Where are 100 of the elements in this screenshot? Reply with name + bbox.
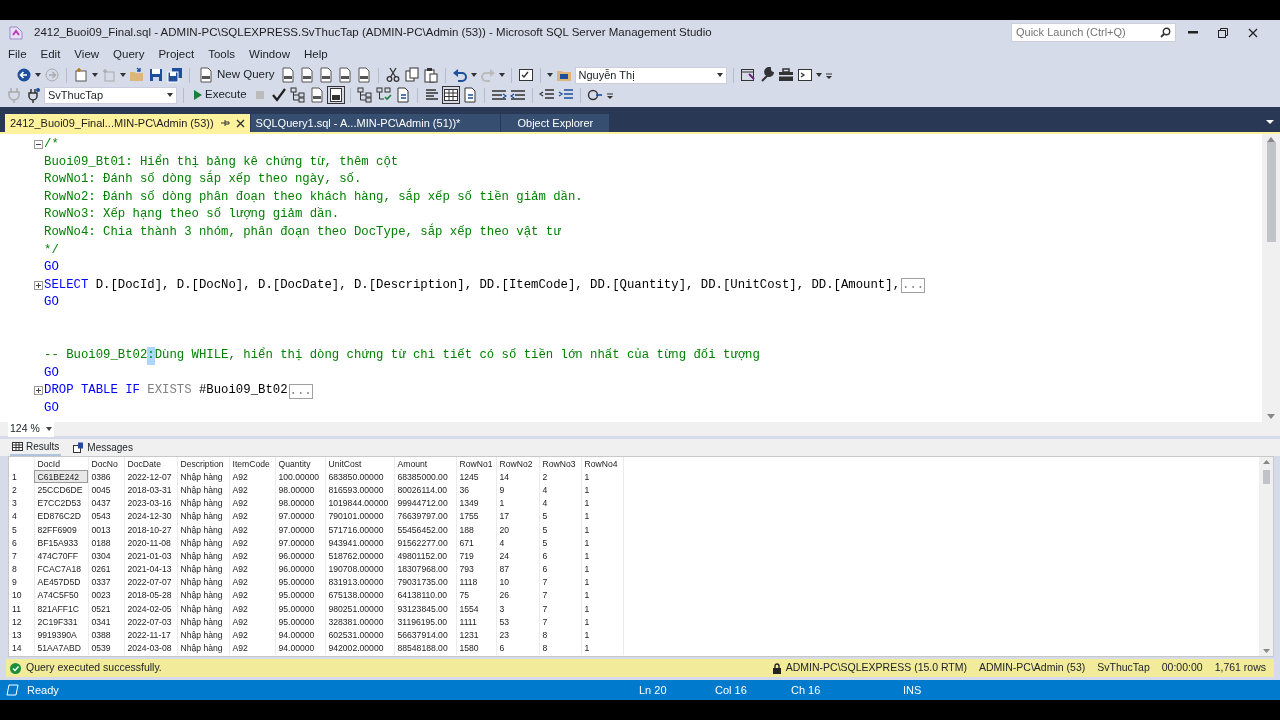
scrollbar[interactable] <box>1262 134 1280 422</box>
collapsed-code-marker[interactable]: ... <box>288 383 313 399</box>
console-icon[interactable] <box>796 67 813 83</box>
restore-icon[interactable] <box>1218 27 1228 38</box>
row-number[interactable]: 6 <box>9 536 34 550</box>
collapse-icon[interactable] <box>34 140 43 149</box>
document-tab[interactable]: Object Explorer <box>501 114 610 132</box>
back-icon[interactable] <box>16 67 32 83</box>
column-header[interactable]: DocId <box>34 457 88 471</box>
scroll-thumb[interactable] <box>1266 142 1276 242</box>
document-icon[interactable] <box>298 67 315 83</box>
row-number[interactable]: 10 <box>9 588 34 603</box>
scroll-down-icon[interactable] <box>1262 649 1270 653</box>
file-output-icon[interactable] <box>461 87 478 103</box>
row-number[interactable]: 13 <box>9 628 34 642</box>
panel-icon[interactable] <box>327 87 344 103</box>
minimize-icon[interactable] <box>1188 31 1198 34</box>
tree-icon[interactable] <box>289 87 306 103</box>
column-header[interactable]: DocDate <box>124 457 177 471</box>
column-header[interactable]: RowNo4 <box>581 457 623 471</box>
caret-icon[interactable] <box>35 73 41 77</box>
document-icon[interactable] <box>279 67 296 83</box>
comment-lines-icon[interactable] <box>490 87 507 103</box>
specify-values-icon[interactable] <box>586 87 603 103</box>
document-icon[interactable] <box>336 67 353 83</box>
row-number[interactable]: 5 <box>9 522 34 537</box>
file-output-icon[interactable] <box>394 87 411 103</box>
menu-item[interactable]: File <box>4 46 33 64</box>
pin-icon[interactable] <box>219 118 230 128</box>
document-tab[interactable]: 2412_Buoi09_Final...MIN-PC\Admin (53)) <box>5 114 250 132</box>
caret-icon[interactable] <box>45 427 52 431</box>
close-icon[interactable] <box>235 118 245 128</box>
checklist-icon[interactable] <box>517 67 534 83</box>
uncomment-lines-icon[interactable] <box>509 87 526 103</box>
grid-icon[interactable] <box>442 87 459 103</box>
tree-icon[interactable] <box>356 87 373 103</box>
quick-launch-field[interactable]: Quick Launch (Ctrl+Q) <box>1011 23 1176 42</box>
scroll-up-icon[interactable] <box>1262 460 1270 464</box>
zoom-combo[interactable]: 124 % <box>8 421 54 437</box>
menu-item[interactable]: Tools <box>204 46 242 64</box>
dropdown-icon[interactable] <box>1266 118 1274 124</box>
menu-item[interactable]: Project <box>154 46 201 64</box>
column-header[interactable]: RowNo1 <box>456 457 496 471</box>
overflow-icon[interactable] <box>824 70 833 80</box>
caret-icon[interactable] <box>92 73 98 77</box>
document-tab[interactable]: SQLQuery1.sql - A...MIN-PC\Admin (51))* <box>250 114 501 132</box>
row-number[interactable]: 4 <box>9 509 34 523</box>
database-combo[interactable]: SvThucTap <box>44 86 177 104</box>
menu-item[interactable]: Help <box>299 46 334 64</box>
column-header[interactable]: DocNo <box>88 457 124 471</box>
row-number[interactable]: 7 <box>9 549 34 563</box>
caret-icon[interactable] <box>470 73 477 77</box>
caret-icon[interactable] <box>167 93 173 97</box>
window-icon[interactable] <box>739 67 756 83</box>
expand-icon[interactable] <box>34 386 43 396</box>
column-header[interactable]: RowNo3 <box>539 457 581 471</box>
collapsed-code-marker[interactable]: ... <box>901 278 926 294</box>
new-project-icon[interactable] <box>73 67 89 83</box>
column-header[interactable]: UnitCost <box>325 457 394 471</box>
menu-item[interactable]: View <box>70 46 106 64</box>
overflow-icon[interactable] <box>605 90 614 100</box>
caret-icon[interactable] <box>815 73 822 77</box>
check-icon[interactable] <box>270 87 287 103</box>
caret-icon[interactable] <box>120 73 126 77</box>
column-header[interactable]: Quantity <box>275 457 325 471</box>
paste-icon[interactable] <box>422 67 439 83</box>
document-icon[interactable] <box>355 67 372 83</box>
expand-icon[interactable] <box>34 280 43 290</box>
column-header[interactable]: Description <box>177 457 229 471</box>
column-header[interactable]: RowNo2 <box>496 457 539 471</box>
row-number[interactable]: 14 <box>9 641 34 655</box>
scroll-down-icon[interactable] <box>1267 414 1275 419</box>
document-icon[interactable] <box>308 87 325 103</box>
save-icon[interactable] <box>148 67 164 83</box>
row-number[interactable]: 8 <box>9 562 34 576</box>
tree-check-icon[interactable] <box>375 87 392 103</box>
undo-icon[interactable] <box>451 67 468 83</box>
toolbox-icon[interactable] <box>777 67 794 83</box>
row-number[interactable]: 3 <box>9 496 34 510</box>
row-number[interactable]: 9 <box>9 575 34 589</box>
document-icon[interactable] <box>317 67 334 83</box>
row-number[interactable]: 12 <box>9 615 34 629</box>
menu-item[interactable]: Edit <box>36 46 67 64</box>
scissors-icon[interactable] <box>384 67 401 83</box>
open-folder-icon[interactable] <box>129 67 145 83</box>
user-combo[interactable]: Nguyễn Thị <box>574 66 727 84</box>
save-all-icon[interactable] <box>167 67 183 83</box>
plug-star-icon[interactable] <box>25 87 41 103</box>
results-tab[interactable]: Messages <box>71 440 135 455</box>
caret-icon[interactable] <box>546 73 553 77</box>
column-header[interactable]: ItemCode <box>229 457 275 471</box>
execute-button[interactable]: Execute <box>190 86 249 104</box>
menu-item[interactable]: Window <box>245 46 296 64</box>
scrollbar[interactable] <box>1259 457 1273 656</box>
text-lines-icon[interactable] <box>423 87 440 103</box>
row-number[interactable]: 11 <box>9 602 34 616</box>
row-number[interactable]: 2 <box>9 483 34 497</box>
close-icon[interactable] <box>1248 27 1258 38</box>
menu-item[interactable]: Query <box>109 46 151 64</box>
copy-icon[interactable] <box>403 67 420 83</box>
